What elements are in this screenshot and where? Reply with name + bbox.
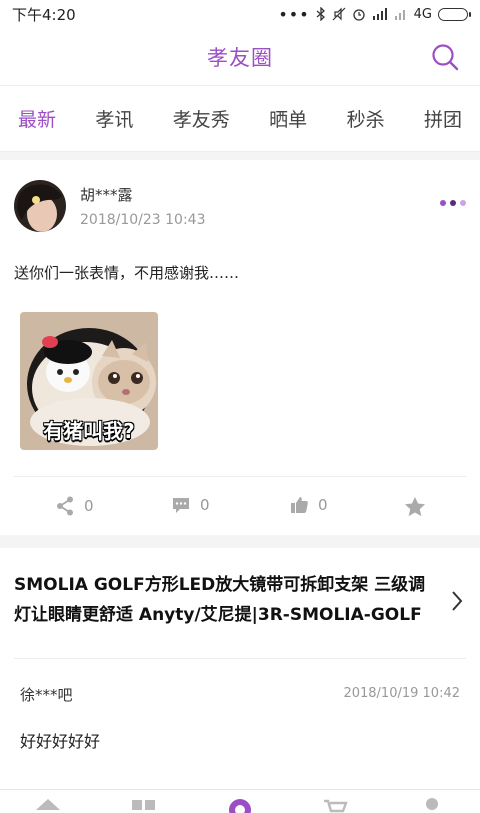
share-button[interactable]: 0: [56, 496, 94, 516]
status-bar: 下午4:20 ••• 4G: [0, 0, 480, 28]
like-button[interactable]: 0: [290, 496, 328, 514]
post-text: 送你们一张表情，不用感谢我……: [14, 264, 240, 282]
like-count: 0: [318, 496, 328, 514]
share-count: 0: [84, 497, 94, 515]
divider: [14, 658, 466, 659]
post-username[interactable]: 胡***露: [80, 184, 133, 205]
thumbs-up-icon: [291, 497, 308, 513]
tab-latest[interactable]: 最新: [18, 105, 56, 132]
page-title: 孝友圈: [207, 45, 273, 70]
app-header: 孝友圈: [0, 28, 480, 86]
status-icons: ••• 4G: [278, 4, 471, 24]
network-type: 4G: [413, 6, 432, 22]
status-time: 下午4:20: [12, 5, 76, 24]
signal-empty-icon: [394, 10, 405, 20]
product-title[interactable]: SMOLIA GOLF方形LED放大镜带可拆卸支架 三级调灯让眼睛更舒适 Any…: [14, 570, 434, 630]
circle-icon[interactable]: [228, 796, 252, 813]
mute-icon: [332, 7, 346, 21]
tab-friend-show[interactable]: 孝友秀: [173, 105, 230, 132]
post-time: 2018/10/23 10:43: [80, 212, 206, 228]
tab-orders[interactable]: 晒单: [269, 105, 307, 132]
comment-username[interactable]: 徐***吧: [20, 684, 73, 705]
tab-flash-sale[interactable]: 秒杀: [347, 105, 385, 132]
comment-time: 2018/10/19 10:42: [343, 686, 460, 701]
bluetooth-icon: [316, 7, 325, 21]
bottom-nav: [0, 789, 480, 813]
star-icon[interactable]: [404, 496, 426, 517]
comment-text: 好好好好好: [20, 732, 101, 751]
home-icon[interactable]: [34, 796, 62, 813]
comment-count: 0: [200, 496, 210, 514]
tab-group-buy[interactable]: 拼团: [424, 105, 462, 132]
comment-button[interactable]: 0: [172, 496, 210, 514]
comment-icon: [173, 498, 189, 513]
more-options-icon[interactable]: [440, 200, 466, 206]
avatar[interactable]: [14, 180, 66, 232]
image-caption: 有猪叫我?: [43, 419, 135, 443]
post-card: 胡***露 2018/10/23 10:43 送你们一张表情，不用感谢我…… 有…: [0, 160, 480, 535]
battery-icon: [438, 7, 471, 21]
tab-news[interactable]: 孝讯: [95, 105, 133, 132]
search-icon[interactable]: [430, 42, 460, 72]
post-image[interactable]: 有猪叫我?: [20, 312, 158, 450]
divider: [14, 476, 466, 477]
profile-icon[interactable]: [424, 796, 440, 813]
alarm-icon: [352, 9, 365, 21]
share-icon: [57, 496, 73, 516]
signal-icon: [372, 8, 387, 20]
cart-icon[interactable]: [322, 796, 348, 813]
more-dots-icon: •••: [278, 4, 310, 24]
chevron-right-icon[interactable]: [450, 590, 464, 612]
category-tabs: 最新 孝讯 孝友秀 晒单 秒杀 拼团: [0, 86, 480, 152]
product-card[interactable]: SMOLIA GOLF方形LED放大镜带可拆卸支架 三级调灯让眼睛更舒适 Any…: [0, 548, 480, 793]
category-icon[interactable]: [132, 796, 156, 813]
